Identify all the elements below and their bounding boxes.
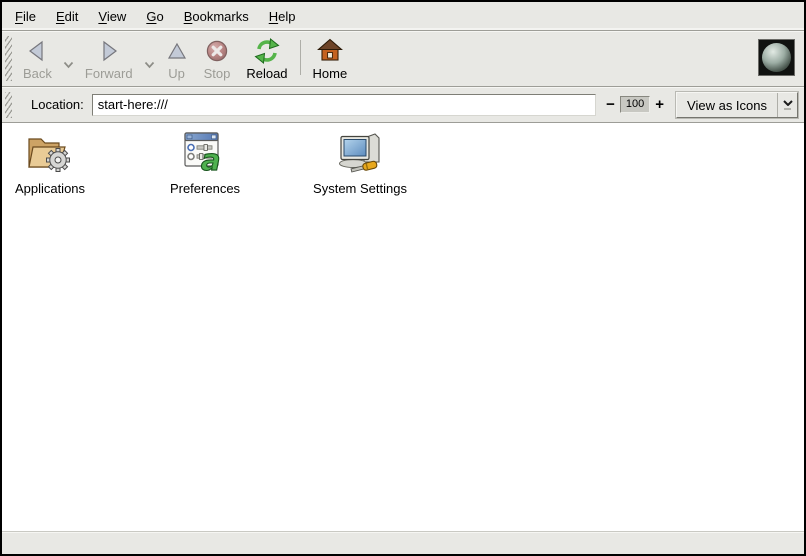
home-button[interactable]: Home xyxy=(305,32,356,85)
throbber xyxy=(758,39,795,76)
toolbar-separator xyxy=(300,40,301,75)
reload-icon xyxy=(254,36,280,66)
applications-label: Applications xyxy=(15,181,85,196)
back-history-dropdown[interactable] xyxy=(60,56,77,66)
back-icon xyxy=(25,36,49,66)
menu-bookmarks[interactable]: Bookmarks xyxy=(174,4,259,29)
menu-help[interactable]: Help xyxy=(259,4,306,29)
reload-label: Reload xyxy=(246,66,287,81)
forward-button[interactable]: Forward xyxy=(77,32,141,85)
desktop-item-system-settings[interactable]: System Settings xyxy=(312,130,408,196)
throbber-sphere-icon xyxy=(762,43,791,72)
location-bar-grip-handle[interactable] xyxy=(5,92,12,118)
file-manager-window: File Edit View Go Bookmarks Help Back Fo… xyxy=(0,0,806,556)
system-settings-icon xyxy=(334,130,386,179)
back-label: Back xyxy=(23,66,52,81)
menu-go[interactable]: Go xyxy=(136,4,173,29)
menu-edit-mnemonic: E xyxy=(56,9,65,24)
menu-bookmarks-rest: ookmarks xyxy=(192,9,248,24)
home-label: Home xyxy=(313,66,348,81)
view-mode-dropdown[interactable]: View as Icons xyxy=(676,92,798,118)
dropdown-arrow-icon xyxy=(777,93,797,117)
reload-button[interactable]: Reload xyxy=(238,32,295,85)
menu-bar: File Edit View Go Bookmarks Help xyxy=(2,2,804,31)
zoom-controls: − 100 + xyxy=(606,96,664,113)
zoom-level-indicator: 100 xyxy=(620,96,650,113)
desktop-item-applications[interactable]: Applications xyxy=(2,130,98,196)
system-settings-label: System Settings xyxy=(313,181,407,196)
menu-view-rest: iew xyxy=(107,9,127,24)
forward-icon xyxy=(97,36,121,66)
stop-label: Stop xyxy=(204,66,231,81)
back-button[interactable]: Back xyxy=(15,32,60,85)
menu-file-rest: ile xyxy=(23,9,36,24)
menu-go-mnemonic: G xyxy=(146,9,156,24)
menu-edit[interactable]: Edit xyxy=(46,4,88,29)
menu-edit-rest: dit xyxy=(65,9,79,24)
forward-history-dropdown[interactable] xyxy=(141,56,158,66)
forward-label: Forward xyxy=(85,66,133,81)
up-label: Up xyxy=(168,66,185,81)
menu-view[interactable]: View xyxy=(88,4,136,29)
zoom-out-button[interactable]: − xyxy=(606,98,615,112)
toolbar: Back Forward Up xyxy=(2,31,804,87)
menu-help-mnemonic: H xyxy=(269,9,278,24)
stop-icon xyxy=(205,36,229,66)
stop-button[interactable]: Stop xyxy=(196,32,239,85)
desktop-item-preferences[interactable]: a Preferences xyxy=(157,130,253,196)
menu-file[interactable]: File xyxy=(5,4,46,29)
location-label: Location: xyxy=(31,97,84,112)
up-button[interactable]: Up xyxy=(158,32,196,85)
preferences-icon: a xyxy=(180,130,230,179)
menu-file-mnemonic: F xyxy=(15,9,23,24)
location-bar: Location: − 100 + View as Icons xyxy=(2,87,804,123)
zoom-in-button[interactable]: + xyxy=(655,98,664,112)
menu-view-mnemonic: V xyxy=(98,9,106,24)
location-input[interactable] xyxy=(92,94,596,116)
menu-help-rest: elp xyxy=(278,9,295,24)
toolbar-grip-handle[interactable] xyxy=(5,36,12,81)
icon-view-pane: Applications xyxy=(2,123,804,531)
applications-folder-icon xyxy=(25,130,75,179)
home-icon xyxy=(317,36,343,66)
menu-go-rest: o xyxy=(156,9,163,24)
preferences-label: Preferences xyxy=(170,181,240,196)
svg-text:a: a xyxy=(201,143,221,174)
status-bar xyxy=(2,531,804,554)
view-mode-label: View as Icons xyxy=(677,93,777,117)
up-icon xyxy=(166,36,188,66)
